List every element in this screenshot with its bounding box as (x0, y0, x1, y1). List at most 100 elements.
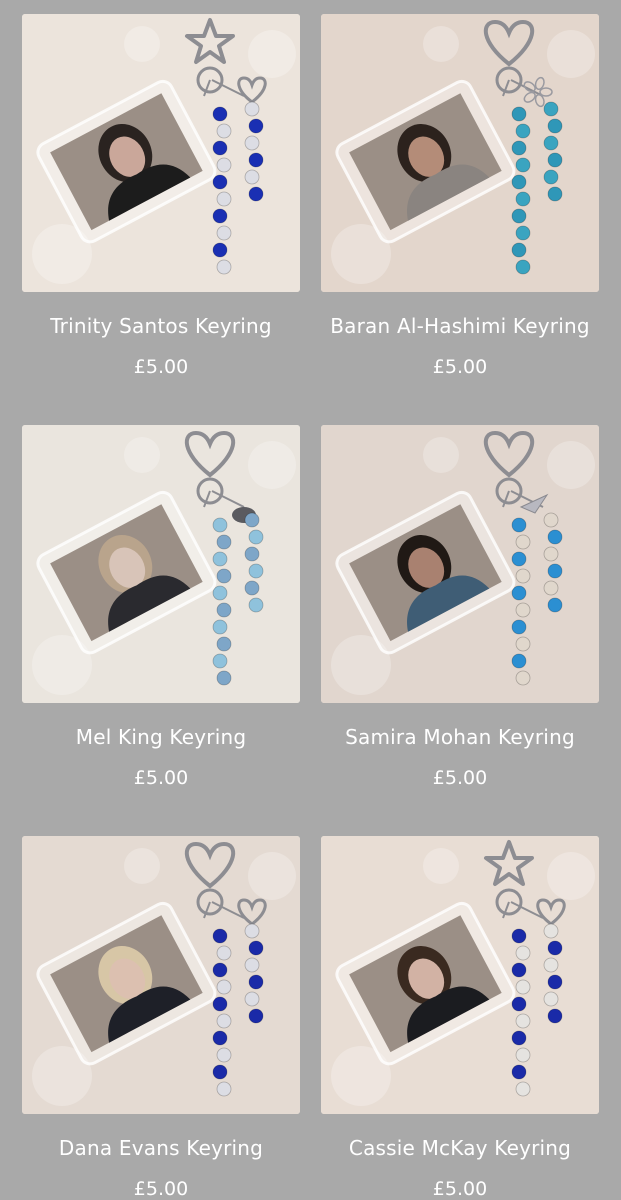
bead (244, 991, 260, 1007)
bead (212, 106, 228, 122)
bead (515, 225, 531, 241)
bead (511, 140, 527, 156)
product-price: £5.00 (133, 1178, 189, 1200)
bead (511, 996, 527, 1012)
bead (511, 1064, 527, 1080)
bead (511, 619, 527, 635)
bead (244, 512, 260, 528)
bead (515, 1013, 531, 1029)
bead (511, 106, 527, 122)
bead (216, 945, 232, 961)
bead (515, 191, 531, 207)
bead (216, 636, 232, 652)
bead (511, 517, 527, 533)
bead (248, 563, 264, 579)
bead (248, 974, 264, 990)
product-card[interactable]: Samira Mohan Keyring £5.00 (321, 425, 599, 789)
product-card[interactable]: Dana Evans Keyring £5.00 (22, 836, 300, 1200)
bead (547, 974, 563, 990)
bead (543, 512, 559, 528)
product-name[interactable]: Baran Al-Hashimi Keyring (301, 314, 619, 338)
product-image[interactable] (22, 836, 300, 1114)
product-name[interactable]: Dana Evans Keyring (2, 1136, 320, 1160)
bead (515, 602, 531, 618)
bead (515, 568, 531, 584)
product-image[interactable] (321, 425, 599, 703)
bead (547, 152, 563, 168)
bead (515, 534, 531, 550)
bead (515, 259, 531, 275)
bead (543, 957, 559, 973)
bead (515, 123, 531, 139)
bead (212, 928, 228, 944)
product-grid: Trinity Santos Keyring £5.00 Baran Al-Ha… (0, 0, 621, 1200)
bead (216, 1047, 232, 1063)
bead (543, 135, 559, 151)
bead (216, 568, 232, 584)
bead (244, 580, 260, 596)
bead (248, 940, 264, 956)
product-card[interactable]: Trinity Santos Keyring £5.00 (22, 14, 300, 378)
product-image[interactable] (22, 14, 300, 292)
bead (216, 670, 232, 686)
bead (212, 208, 228, 224)
product-image[interactable] (321, 14, 599, 292)
bead (511, 208, 527, 224)
bead (248, 1008, 264, 1024)
bead (547, 118, 563, 134)
bead (547, 940, 563, 956)
bead (212, 517, 228, 533)
bead (543, 923, 559, 939)
product-name[interactable]: Mel King Keyring (2, 725, 320, 749)
bead (515, 979, 531, 995)
bead (547, 529, 563, 545)
bead (212, 1064, 228, 1080)
product-name[interactable]: Cassie McKay Keyring (301, 1136, 619, 1160)
bead (244, 101, 260, 117)
bead (216, 602, 232, 618)
bead (244, 169, 260, 185)
bead (547, 186, 563, 202)
product-card[interactable]: Baran Al-Hashimi Keyring £5.00 (321, 14, 599, 378)
bead (515, 1047, 531, 1063)
bead (511, 242, 527, 258)
bead (216, 1081, 232, 1097)
bead (543, 101, 559, 117)
bead (511, 174, 527, 190)
bead (248, 597, 264, 613)
product-price: £5.00 (133, 356, 189, 378)
bead (212, 140, 228, 156)
bead (547, 1008, 563, 1024)
bead (212, 619, 228, 635)
bead (515, 1081, 531, 1097)
product-price: £5.00 (432, 1178, 488, 1200)
bead (212, 996, 228, 1012)
bead (515, 157, 531, 173)
bead (212, 1030, 228, 1046)
bead (543, 169, 559, 185)
bead (212, 962, 228, 978)
bead (543, 546, 559, 562)
product-image[interactable] (22, 425, 300, 703)
product-card[interactable]: Cassie McKay Keyring £5.00 (321, 836, 599, 1200)
product-name[interactable]: Trinity Santos Keyring (2, 314, 320, 338)
product-price: £5.00 (432, 356, 488, 378)
product-price: £5.00 (432, 767, 488, 789)
bead (511, 962, 527, 978)
product-card[interactable]: Mel King Keyring £5.00 (22, 425, 300, 789)
bead (515, 670, 531, 686)
bead (216, 534, 232, 550)
bead (244, 957, 260, 973)
bead (216, 123, 232, 139)
bead (511, 585, 527, 601)
bead (515, 945, 531, 961)
bead (543, 991, 559, 1007)
product-name[interactable]: Samira Mohan Keyring (301, 725, 619, 749)
bead (212, 551, 228, 567)
bead (248, 186, 264, 202)
bead (216, 1013, 232, 1029)
bead (244, 546, 260, 562)
bead (248, 152, 264, 168)
product-image[interactable] (321, 836, 599, 1114)
bead (511, 653, 527, 669)
